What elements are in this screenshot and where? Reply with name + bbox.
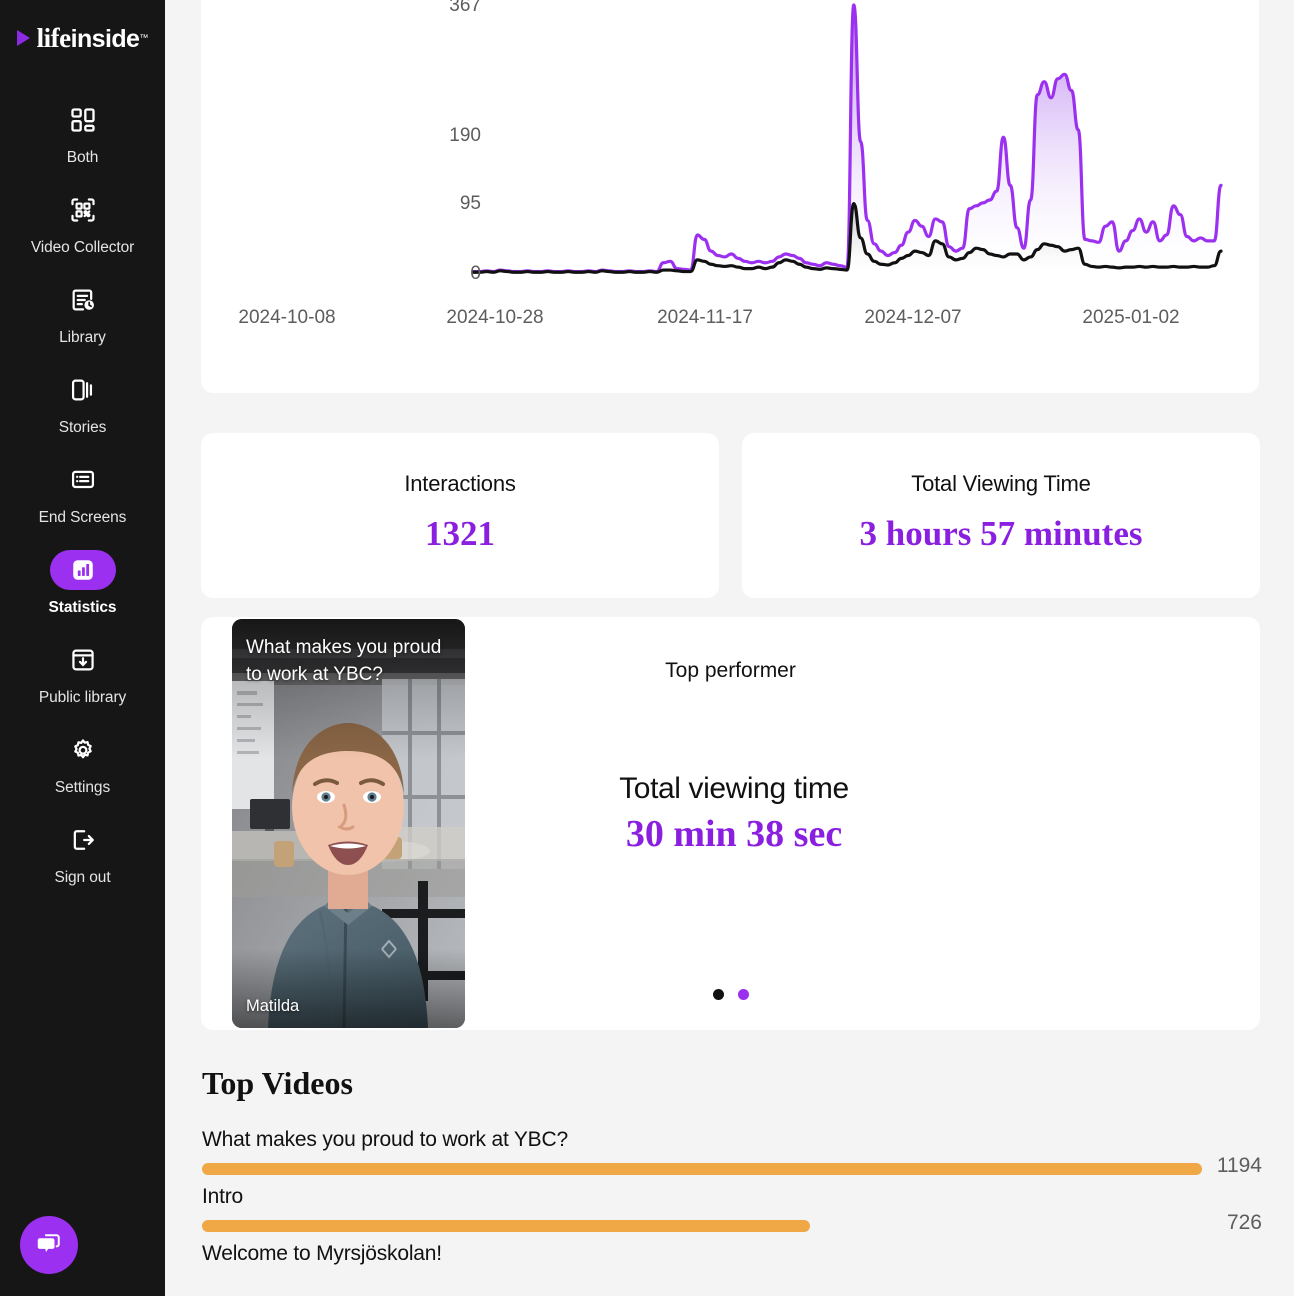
- app-root: lifeinside™ Both: [0, 0, 1294, 1296]
- stat-card-title: Interactions: [404, 471, 515, 497]
- sign-out-icon: [50, 820, 116, 860]
- chart-plot: [201, 0, 1259, 393]
- video-question-overlay: What makes you proud to work at YBC?: [246, 635, 449, 689]
- y-axis-tick: 367: [411, 0, 481, 17]
- top-performer-metric: Total viewing time 30 min 38 sec: [454, 772, 1014, 856]
- video-person-name: Matilda: [246, 997, 299, 1016]
- y-axis-tick: 0: [411, 263, 481, 285]
- stat-card-title: Total Viewing Time: [911, 471, 1090, 497]
- analytics-chart-card: 367 190 95 0 2024-10-08 2024-10-28 2024-…: [201, 0, 1259, 393]
- sidebar-item-library[interactable]: Library: [0, 280, 165, 347]
- sidebar-item-video-collector[interactable]: Video Collector: [0, 190, 165, 257]
- sidebar-item-public-library[interactable]: Public library: [0, 640, 165, 707]
- sidebar-item-stories[interactable]: Stories: [0, 370, 165, 437]
- brand-logo[interactable]: lifeinside™: [0, 25, 165, 52]
- stat-card-total-viewing-time: Total Viewing Time 3 hours 57 minutes: [742, 433, 1260, 598]
- sidebar-item-label: Both: [67, 149, 99, 167]
- top-performer-video-thumbnail[interactable]: What makes you proud to work at YBC? Mat…: [232, 619, 465, 1028]
- x-axis-tick: 2024-12-07: [823, 307, 1003, 329]
- top-video-bar: [202, 1163, 1202, 1175]
- x-axis-tick: 2025-01-02: [1041, 307, 1221, 329]
- main-content: 367 190 95 0 2024-10-08 2024-10-28 2024-…: [165, 0, 1294, 1296]
- top-video-count: 726: [1182, 1211, 1262, 1235]
- x-axis-tick: 2024-10-28: [405, 307, 585, 329]
- sidebar-item-label: Sign out: [54, 869, 110, 887]
- top-videos-list: What makes you proud to work at YBC? 119…: [202, 1128, 1262, 1276]
- sidebar-item-both[interactable]: Both: [0, 100, 165, 167]
- top-video-row[interactable]: What makes you proud to work at YBC? 119…: [202, 1128, 1262, 1175]
- y-axis-tick: 95: [411, 193, 481, 215]
- document-clock-icon: [50, 280, 116, 320]
- top-video-row[interactable]: Welcome to Myrsjöskolan!: [202, 1242, 1262, 1266]
- top-performer-card: Top performer Total viewing time 30 min …: [201, 617, 1260, 1030]
- bar-chart-icon: [50, 550, 116, 590]
- sidebar-item-label: Settings: [55, 779, 110, 797]
- play-triangle-icon: [17, 30, 30, 46]
- stat-card-interactions: Interactions 1321: [201, 433, 719, 598]
- sidebar-item-settings[interactable]: Settings: [0, 730, 165, 797]
- top-video-bar-line: 726: [202, 1220, 1262, 1232]
- x-axis-tick: 2024-10-08: [197, 307, 377, 329]
- carousel-dot-1[interactable]: [713, 989, 724, 1000]
- sidebar-item-label: End Screens: [39, 509, 127, 527]
- qr-code-icon: [50, 190, 116, 230]
- sidebar-item-label: Stories: [59, 419, 107, 437]
- sidebar: lifeinside™ Both: [0, 0, 165, 1296]
- y-axis-tick: 190: [411, 125, 481, 147]
- top-video-count: 1194: [1182, 1154, 1262, 1178]
- stat-card-value: 3 hours 57 minutes: [860, 514, 1143, 554]
- brand-name-sans: inside: [71, 25, 140, 53]
- download-box-icon: [50, 640, 116, 680]
- grid-layout-icon: [50, 100, 116, 140]
- top-performer-metric-label: Total viewing time: [454, 772, 1014, 806]
- top-video-bar-line: 1194: [202, 1163, 1262, 1175]
- sidebar-item-end-screens[interactable]: End Screens: [0, 460, 165, 527]
- end-screen-list-icon: [50, 460, 116, 500]
- sidebar-nav: Both Vi: [0, 100, 165, 910]
- x-axis-tick: 2024-11-17: [615, 307, 795, 329]
- analytics-chart[interactable]: 367 190 95 0 2024-10-08 2024-10-28 2024-…: [201, 0, 1259, 393]
- stories-cards-icon: [50, 370, 116, 410]
- top-video-title: What makes you proud to work at YBC?: [202, 1128, 1262, 1152]
- chat-bubbles-icon[interactable]: [20, 1216, 78, 1274]
- gear-icon: [50, 730, 116, 770]
- top-video-title: Welcome to Myrsjöskolan!: [202, 1242, 1262, 1266]
- sidebar-item-label: Library: [59, 329, 106, 347]
- sidebar-item-sign-out[interactable]: Sign out: [0, 820, 165, 887]
- top-performer-metric-value: 30 min 38 sec: [454, 812, 1014, 856]
- brand-name-serif: life: [37, 23, 71, 53]
- sidebar-item-label: Statistics: [49, 599, 117, 617]
- stat-card-value: 1321: [425, 514, 495, 554]
- top-video-row[interactable]: Intro 726: [202, 1185, 1262, 1232]
- top-video-title: Intro: [202, 1185, 1262, 1209]
- sidebar-item-label: Video Collector: [31, 239, 134, 257]
- sidebar-item-statistics[interactable]: Statistics: [0, 550, 165, 617]
- top-videos-heading: Top Videos: [202, 1065, 353, 1102]
- top-video-bar: [202, 1220, 810, 1232]
- sidebar-item-label: Public library: [39, 689, 126, 707]
- carousel-dot-2[interactable]: [738, 989, 749, 1000]
- trademark-symbol: ™: [139, 33, 148, 43]
